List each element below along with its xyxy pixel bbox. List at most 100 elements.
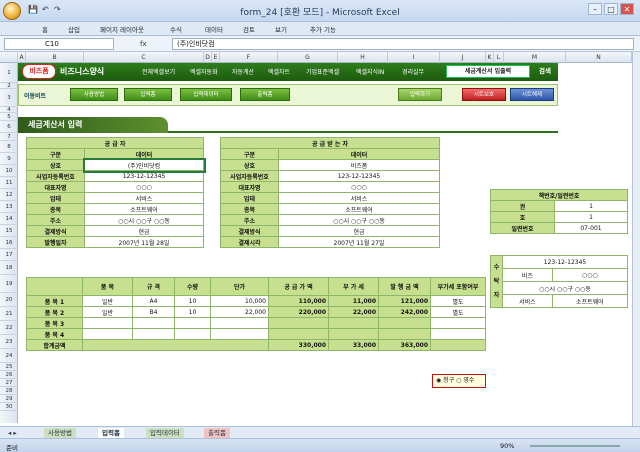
book-value-cell[interactable]: 07-001: [554, 222, 628, 234]
row-header[interactable]: 29: [0, 395, 18, 403]
row-header[interactable]: 22: [0, 321, 18, 335]
tab-page-layout[interactable]: 페이지 레이아웃: [100, 24, 144, 34]
supplier-value-cell[interactable]: ○○○: [84, 181, 204, 193]
col-header[interactable]: L: [494, 52, 504, 63]
item-cell[interactable]: 별도: [430, 295, 486, 307]
fx-icon[interactable]: fx: [140, 38, 170, 50]
nav-standard-excel[interactable]: 기업표준엑셀: [306, 67, 339, 76]
supplier-value-cell[interactable]: 123-12-12345: [84, 170, 204, 182]
row-header[interactable]: 11: [0, 177, 18, 189]
item-cell[interactable]: [210, 328, 269, 340]
tab-addins[interactable]: 추가 기능: [310, 24, 336, 34]
input-button[interactable]: 입력하기: [398, 88, 442, 101]
protect-sheet-button[interactable]: 시트보호: [462, 88, 506, 101]
supplier-value-cell[interactable]: 현금: [84, 225, 204, 237]
consignee-cell[interactable]: 123-12-12345: [502, 255, 628, 269]
col-header[interactable]: N: [566, 52, 632, 63]
row-header[interactable]: 23: [0, 335, 18, 349]
row-header[interactable]: 26: [0, 371, 18, 379]
col-header[interactable]: J: [440, 52, 486, 63]
col-header[interactable]: A: [18, 52, 26, 63]
col-header[interactable]: F: [220, 52, 278, 63]
nav-excel-knowledge[interactable]: 엑셀지식IN: [356, 67, 384, 76]
row-header[interactable]: 15: [0, 225, 18, 237]
vertical-scrollbar[interactable]: [632, 52, 640, 426]
col-header[interactable]: H: [338, 52, 388, 63]
row-header[interactable]: 18: [0, 261, 18, 275]
item-cell[interactable]: [132, 328, 175, 340]
col-header[interactable]: K: [486, 52, 494, 63]
consignee-cell[interactable]: 비즈: [502, 268, 553, 282]
sheet-tab-usage[interactable]: 사용방법: [44, 428, 76, 438]
item-cell[interactable]: [82, 317, 133, 329]
sheet-tab-input-data[interactable]: 입력데이터: [146, 428, 184, 438]
row-header[interactable]: 13: [0, 201, 18, 213]
maximize-button[interactable]: □: [604, 3, 618, 15]
consignee-cell[interactable]: ○○시 ○○구 ○○동: [502, 281, 628, 295]
supplier-value-cell[interactable]: 서비스: [84, 192, 204, 204]
row-header[interactable]: 25: [0, 363, 18, 371]
row-header[interactable]: 7: [0, 133, 18, 141]
consignee-cell[interactable]: ○○○: [551, 268, 629, 282]
supplier-name-cell[interactable]: (주)인비닷컴: [82, 157, 206, 173]
nav-accounting[interactable]: 경리실무: [402, 67, 424, 76]
nav-excel-auto[interactable]: 엑셀자동화: [190, 67, 218, 76]
receiver-value-cell[interactable]: ○○시 ○○구 ○○동: [278, 214, 440, 226]
book-value-cell[interactable]: 1: [554, 211, 628, 223]
item-cell[interactable]: [132, 317, 175, 329]
row-header[interactable]: 21: [0, 307, 18, 321]
item-cell[interactable]: 일반: [82, 306, 133, 318]
row-header[interactable]: 28: [0, 387, 18, 395]
go-output-form-button[interactable]: 출력폼: [240, 88, 290, 101]
col-header[interactable]: I: [388, 52, 440, 63]
receiver-value-cell[interactable]: 현금: [278, 225, 440, 237]
receiver-value-cell[interactable]: ○○○: [278, 181, 440, 193]
supplier-value-cell[interactable]: ○○시 ○○구 ○○동: [84, 214, 204, 226]
tab-insert[interactable]: 삽입: [68, 24, 80, 34]
col-header[interactable]: E: [212, 52, 220, 63]
row-header[interactable]: 9: [0, 153, 18, 165]
row-header[interactable]: 19: [0, 275, 18, 293]
nav-excel-chart[interactable]: 엑셀차트: [268, 67, 290, 76]
radio-claim-icon[interactable]: ◉: [436, 377, 441, 384]
item-cell[interactable]: B4: [132, 306, 175, 318]
row-header[interactable]: 20: [0, 293, 18, 307]
row-header[interactable]: 16: [0, 237, 18, 249]
item-cell[interactable]: [430, 328, 486, 340]
supplier-value-cell[interactable]: 2007년 11월 28일: [84, 236, 204, 248]
row-header[interactable]: 14: [0, 213, 18, 225]
item-cell[interactable]: [174, 317, 211, 329]
row-header[interactable]: 27: [0, 379, 18, 387]
unprotect-sheet-button[interactable]: 시트해제: [510, 88, 554, 101]
minimize-button[interactable]: –: [588, 3, 602, 15]
supplier-value-cell[interactable]: 소프트웨어: [84, 203, 204, 215]
item-cell[interactable]: [174, 328, 211, 340]
col-header[interactable]: C: [84, 52, 204, 63]
row-header[interactable]: 17: [0, 249, 18, 261]
receiver-value-cell[interactable]: 2007년 11월 27일: [278, 236, 440, 248]
col-header[interactable]: D: [204, 52, 212, 63]
col-header[interactable]: M: [504, 52, 566, 63]
row-header[interactable]: 1: [0, 63, 18, 83]
row-header[interactable]: 3: [0, 89, 18, 107]
item-cell[interactable]: 22,000: [210, 306, 269, 318]
row-header[interactable]: 10: [0, 165, 18, 177]
row-header[interactable]: 6: [0, 121, 18, 133]
name-box[interactable]: C10: [4, 38, 114, 50]
receiver-value-cell[interactable]: 123-12-12345: [278, 170, 440, 182]
item-cell[interactable]: 일반: [82, 295, 133, 307]
zoom-slider[interactable]: [530, 445, 620, 447]
row-header[interactable]: 5: [0, 113, 18, 121]
tab-data[interactable]: 데이터: [205, 24, 223, 34]
sheet-tab-input-form[interactable]: 입력폼: [98, 428, 124, 438]
consignee-cell[interactable]: 소프트웨어: [551, 294, 629, 308]
item-cell[interactable]: 10: [174, 295, 211, 307]
tab-review[interactable]: 검토: [243, 24, 255, 34]
radio-claim-label[interactable]: 청구: [443, 377, 454, 384]
nav-all-excel[interactable]: 전체엑셀보기: [142, 67, 175, 76]
consignee-cell[interactable]: 서비스: [502, 294, 553, 308]
sheet-tab-output-form[interactable]: 출력폼: [204, 428, 230, 438]
radio-receipt-icon[interactable]: ○: [456, 377, 461, 384]
receiver-value-cell[interactable]: 비즈폼: [278, 159, 440, 171]
row-header[interactable]: 30: [0, 403, 18, 411]
